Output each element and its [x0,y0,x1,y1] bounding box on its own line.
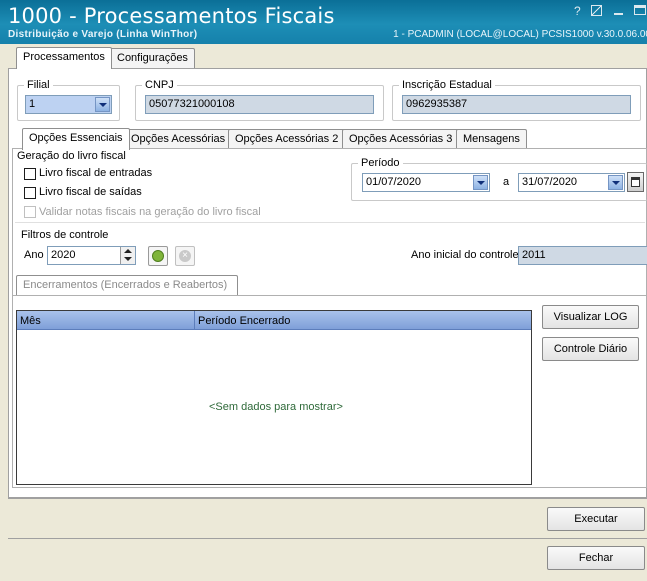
ano-inicial-value: 2011 [522,249,546,261]
controle-diario-button[interactable]: Controle Diário [542,337,639,361]
calendar-icon[interactable] [627,172,644,192]
ano-value: 2020 [51,249,76,261]
help-icon[interactable]: ? [574,4,581,18]
ie-value: 0962935387 [406,98,468,110]
empty-message: <Sem dados para mostrar> [209,401,343,413]
periodo-sep: a [503,176,510,188]
periodo-label: Período [358,157,403,169]
tab-label: Processamentos [23,51,105,63]
ano-inicial-field: 2011 [518,246,647,265]
geracao-title: Geração do livro fiscal [17,150,126,162]
col-mes[interactable]: Mês [20,315,41,327]
executar-button[interactable]: Executar [547,507,645,531]
tab-opcoes-acessorias[interactable]: Opções Acessórias [124,129,233,149]
col-periodo[interactable]: Período Encerrado [198,315,290,327]
col-divider [194,311,195,329]
system-info: 1 - PCADMIN (LOCAL@LOCAL) PCSIS1000 v.30… [393,29,647,40]
cnpj-group: CNPJ 05077321000108 [135,79,384,121]
tab-configuracoes[interactable]: Configurações [110,48,195,68]
window-subtitle: Distribuição e Varejo (Linha WinThor) [8,29,198,40]
tab-label: Configurações [117,52,188,64]
chevron-down-icon[interactable] [473,175,488,190]
periodo-end-input[interactable]: 31/07/2020 [518,173,625,192]
divider [15,222,645,223]
tab-label: Opções Acessórias 3 [349,133,453,145]
periodo-start-value: 01/07/2020 [366,176,422,188]
chevron-down-icon[interactable] [95,97,110,112]
periodo-start-input[interactable]: 01/07/2020 [362,173,490,192]
divider [8,538,647,539]
fechar-button[interactable]: Fechar [547,546,645,570]
divider [8,498,647,499]
cnpj-field[interactable]: 05077321000108 [145,95,374,114]
spinner-icon[interactable] [120,247,135,264]
filial-group: Filial 1 [17,79,120,121]
filtros-title: Filtros de controle [21,229,109,241]
ano-stepper[interactable]: 2020 [47,246,136,265]
cnpj-label: CNPJ [142,79,177,91]
chevron-down-icon[interactable] [608,175,623,190]
edit-icon[interactable] [591,5,602,16]
tab-opcoes-acessorias-2[interactable]: Opções Acessórias 2 [228,129,346,149]
visualizar-log-button[interactable]: Visualizar LOG [542,305,639,329]
saidas-label: Livro fiscal de saídas [39,186,142,198]
filial-select[interactable]: 1 [25,95,112,114]
periodo-end-value: 31/07/2020 [522,176,578,188]
tab-opcoes-essenciais[interactable]: Opções Essenciais [22,128,130,150]
minimize-icon[interactable] [614,13,623,15]
tab-label: Opções Essenciais [29,132,123,144]
cnpj-value: 05077321000108 [149,98,235,110]
tab-encerramentos[interactable]: Encerramentos (Encerrados e Reabertos) [16,275,238,295]
maximize-icon[interactable] [634,5,646,15]
tab-label: Mensagens [463,133,520,145]
ie-group: Inscrição Estadual 0962935387 [392,79,641,121]
entradas-label: Livro fiscal de entradas [39,167,153,179]
ie-field[interactable]: 0962935387 [402,95,631,114]
confirm-icon[interactable] [148,246,168,266]
window-titlebar: 1000 - Processamentos Fiscais Distribuiç… [0,0,647,44]
ano-inicial-label: Ano inicial do controle [411,249,519,261]
ie-label: Inscrição Estadual [399,79,495,91]
tab-label: Encerramentos (Encerrados e Reabertos) [23,279,228,291]
filial-label: Filial [24,79,53,91]
window-title: 1000 - Processamentos Fiscais [8,4,335,28]
cancel-icon: × [175,246,195,266]
tab-label: Opções Acessórias [131,133,226,145]
encerramentos-grid[interactable]: Mês Período Encerrado <Sem dados para mo… [16,310,532,485]
tab-mensagens[interactable]: Mensagens [456,129,527,149]
saidas-checkbox[interactable] [24,187,36,199]
validar-checkbox [24,206,36,218]
grid-header: Mês Período Encerrado [17,311,531,330]
entradas-checkbox[interactable] [24,168,36,180]
filial-value: 1 [29,98,36,110]
tab-label: Opções Acessórias 2 [235,133,339,145]
tab-opcoes-acessorias-3[interactable]: Opções Acessórias 3 [342,129,460,149]
ano-label: Ano [24,249,44,261]
tab-processamentos[interactable]: Processamentos [16,47,112,69]
validar-label: Validar notas fiscais na geração do livr… [39,206,261,218]
